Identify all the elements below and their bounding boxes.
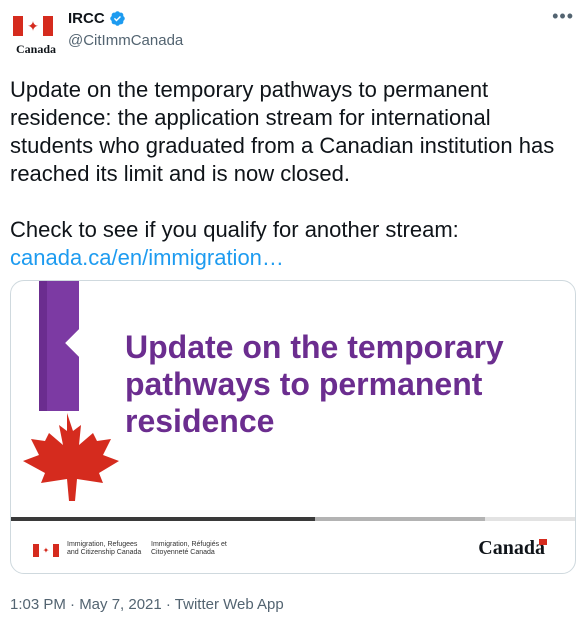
purple-ribbon-graphic — [39, 281, 79, 411]
tweet-link[interactable]: canada.ca/en/immigration… — [10, 245, 284, 270]
tweet-timestamp[interactable]: 1:03 PM · May 7, 2021 · Twitter Web App — [10, 596, 284, 613]
footer-canada-flag-icon: ✦ — [33, 544, 59, 557]
card-divider-light — [485, 517, 575, 521]
account-handle[interactable]: @CitImmCanada — [68, 32, 183, 49]
account-name-line[interactable]: IRCC — [68, 10, 126, 27]
wordmark-flag-icon — [539, 539, 547, 545]
department-name-fr: Immigration, Réfugiés et Citoyenneté Can… — [151, 541, 227, 556]
avatar-wordmark: Canada — [15, 42, 56, 56]
tweet-paragraph-1: Update on the temporary pathways to perm… — [10, 77, 555, 186]
maple-leaf-icon — [23, 413, 119, 501]
avatar[interactable]: ✦ Canada — [10, 8, 62, 60]
card-divider-dark — [11, 517, 315, 521]
more-options-icon[interactable]: ••• — [552, 6, 574, 27]
media-card[interactable]: Update on the temporary pathways to perm… — [10, 280, 576, 574]
canada-flag-icon: ✦ — [13, 16, 53, 36]
card-divider-mid — [315, 517, 485, 521]
tweet-paragraph-2: Check to see if you qualify for another … — [10, 217, 459, 242]
department-name-en: Immigration, Refugees and Citizenship Ca… — [67, 541, 142, 556]
canada-wordmark: Canada — [478, 537, 545, 559]
verified-badge-icon — [109, 11, 125, 26]
account-name[interactable]: IRCC — [68, 10, 105, 27]
card-title: Update on the temporary pathways to perm… — [125, 329, 504, 439]
tweet-text: Update on the temporary pathways to perm… — [10, 76, 575, 272]
